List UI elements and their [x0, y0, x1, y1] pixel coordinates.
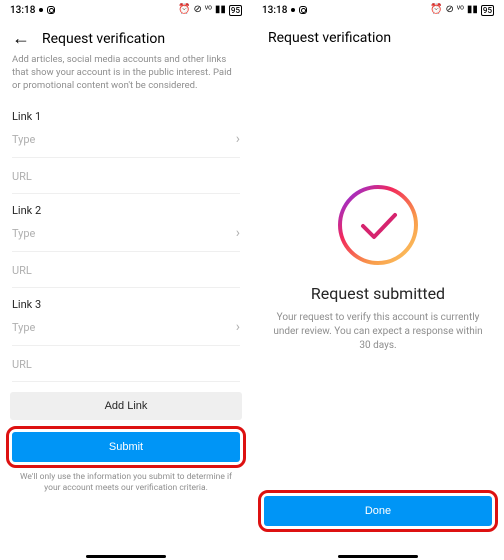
highlight-annotation: Done — [258, 490, 498, 532]
battery-icon: 95 — [481, 5, 494, 16]
link2-url-input[interactable]: URL — [12, 264, 240, 288]
link3-url-input[interactable]: URL — [12, 358, 240, 382]
highlight-annotation: Submit — [6, 426, 246, 468]
status-dot-icon — [291, 8, 295, 12]
status-time: 13:18 — [10, 5, 35, 16]
link3-type-placeholder: Type — [12, 321, 35, 334]
home-indicator — [86, 555, 166, 558]
signal-icon: ▮▮ — [215, 5, 226, 15]
link1-label: Link 1 — [12, 110, 240, 123]
link1-url-input[interactable]: URL — [12, 170, 240, 194]
link3-label: Link 3 — [12, 298, 240, 311]
dnd-icon: ⊘ — [194, 5, 202, 15]
add-link-button[interactable]: Add Link — [10, 392, 242, 420]
submit-button[interactable]: Submit — [12, 432, 240, 462]
alarm-icon: ⏰ — [430, 5, 442, 15]
signal-icon: ▮▮ — [467, 5, 478, 15]
status-instagram-icon — [47, 6, 55, 14]
status-bar: 13:18 ⏰ ⊘ ᵛᵒ ▮▮ 95 — [252, 0, 504, 20]
screen-left-form: 13:18 ⏰ ⊘ ᵛᵒ ▮▮ 95 ← Request verificatio… — [0, 0, 252, 560]
helper-text: Add articles, social media accounts and … — [0, 54, 252, 100]
header: Request verification — [252, 20, 504, 52]
chevron-right-icon: › — [236, 131, 240, 147]
link1-type-select[interactable]: Type › — [12, 129, 240, 158]
dnd-icon: ⊘ — [446, 5, 454, 15]
success-check-icon — [335, 182, 421, 268]
page-title: Request verification — [42, 31, 165, 47]
submitted-text: Your request to verify this account is c… — [270, 311, 486, 353]
volte-icon: ᵛᵒ — [457, 5, 464, 15]
footnote-text: We'll only use the information you submi… — [0, 470, 252, 493]
home-indicator — [338, 555, 418, 558]
link1-type-placeholder: Type — [12, 133, 35, 146]
page-title: Request verification — [268, 30, 391, 46]
link2-type-placeholder: Type — [12, 227, 35, 240]
volte-icon: ᵛᵒ — [205, 5, 212, 15]
status-time: 13:18 — [262, 5, 287, 16]
battery-icon: 95 — [229, 5, 242, 16]
status-instagram-icon — [299, 6, 307, 14]
chevron-right-icon: › — [236, 225, 240, 241]
link2-type-select[interactable]: Type › — [12, 223, 240, 252]
link3-type-select[interactable]: Type › — [12, 317, 240, 346]
status-dot-icon — [39, 8, 43, 12]
back-arrow-icon[interactable]: ← — [12, 30, 30, 48]
header: ← Request verification — [0, 20, 252, 54]
done-button[interactable]: Done — [264, 496, 492, 526]
screen-right-success: 13:18 ⏰ ⊘ ᵛᵒ ▮▮ 95 Request verification — [252, 0, 504, 560]
status-bar: 13:18 ⏰ ⊘ ᵛᵒ ▮▮ 95 — [0, 0, 252, 20]
chevron-right-icon: › — [236, 319, 240, 335]
alarm-icon: ⏰ — [178, 5, 190, 15]
submitted-title: Request submitted — [311, 284, 445, 303]
link2-label: Link 2 — [12, 204, 240, 217]
